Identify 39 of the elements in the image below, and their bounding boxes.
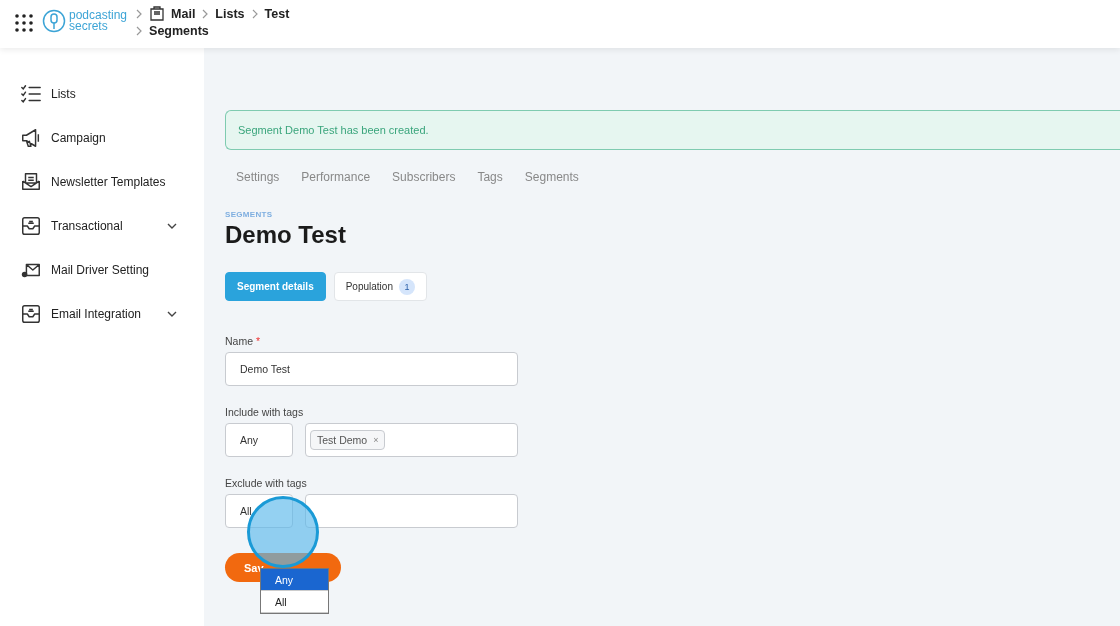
inbox-icon xyxy=(20,215,42,237)
tag-label: Test Demo xyxy=(317,434,368,446)
tags-input[interactable] xyxy=(305,494,518,528)
logo-text: podcasting xyxy=(69,10,128,21)
chevron-right-icon xyxy=(250,9,259,19)
microphone-logo-icon xyxy=(42,9,66,33)
checklist-icon xyxy=(20,83,42,105)
page-title: Demo Test xyxy=(225,221,347,249)
name-input[interactable]: Demo Test xyxy=(225,352,518,386)
sidebar-item[interactable]: Mail Driver Setting xyxy=(51,263,204,277)
breadcrumb-link[interactable]: Lists xyxy=(215,7,245,21)
apps-grid-icon[interactable] xyxy=(14,13,34,33)
template-icon xyxy=(20,171,42,193)
segment-tab[interactable]: Population 1 xyxy=(333,272,427,301)
field-label: Include with tags xyxy=(225,406,305,418)
match-select[interactable]: All xyxy=(225,494,293,528)
breadcrumb-link[interactable]: Mail xyxy=(171,7,196,21)
dropdown-option[interactable]: All xyxy=(261,591,328,613)
tags-input[interactable]: Test Demo × xyxy=(305,423,518,457)
field-label: Exclude with tags xyxy=(225,477,308,489)
section-eyebrow: SEGMENTS xyxy=(225,210,274,219)
sidebar-item[interactable]: Newsletter Templates xyxy=(51,175,204,189)
sidebar-item[interactable]: Campaign xyxy=(51,131,204,145)
dropdown-option[interactable]: Any xyxy=(261,569,328,591)
sidebar-item[interactable]: Transactional xyxy=(51,219,157,233)
sidebar-item[interactable]: Lists xyxy=(51,87,204,101)
remove-button[interactable]: × xyxy=(373,435,379,445)
logo-text: secrets xyxy=(69,21,108,32)
success-alert: Segment Demo Test has been created. xyxy=(225,110,1120,150)
chevron-right-icon xyxy=(201,9,210,19)
required-mark: * xyxy=(255,335,261,347)
field-label: Name xyxy=(225,335,253,347)
match-select[interactable]: Any xyxy=(225,423,293,457)
sidebar-item[interactable]: Email Integration xyxy=(51,307,157,321)
breadcrumb-link[interactable]: Segments xyxy=(149,24,209,38)
count-badge: 1 xyxy=(398,278,415,295)
breadcrumb-link[interactable]: Test xyxy=(264,7,290,21)
inbox-icon xyxy=(20,303,42,325)
megaphone-icon xyxy=(20,127,42,149)
